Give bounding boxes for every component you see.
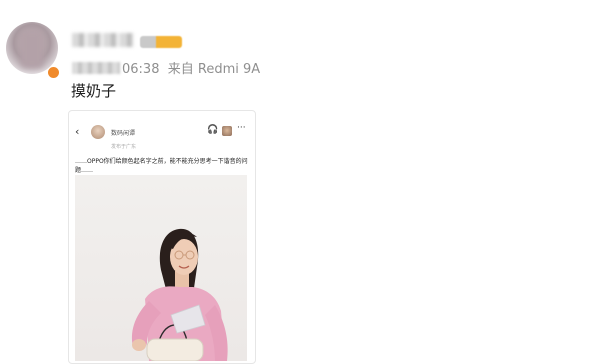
avatar-blurred-face	[20, 30, 44, 68]
headphones-icon: 🎧	[207, 125, 219, 135]
thumbnail-avatar-icon	[222, 126, 232, 136]
member-badge-icon	[140, 36, 182, 48]
embedded-sub-text: 发布于广东	[111, 144, 137, 150]
post-source: 来自 Redmi 9A	[167, 62, 261, 77]
post-time: 06:38	[122, 62, 160, 77]
woman-photo	[75, 175, 247, 361]
woman-illustration	[131, 228, 228, 361]
embedded-account-name: 数码闲谭	[111, 130, 136, 137]
more-icon: ···	[237, 123, 246, 133]
back-arrow-icon: ‹	[75, 125, 80, 138]
post-text: 摸奶子	[71, 82, 117, 100]
embedded-caption: ……OPPO你们给颜色起名字之前，能不能充分思考一下谐音的问题……	[75, 158, 248, 174]
embedded-header: ‹ 数码闲谭 发布于广东 🎧 ···	[69, 111, 255, 157]
embedded-account-avatar	[91, 125, 105, 139]
username-redacted[interactable]	[72, 33, 134, 47]
embedded-screenshot-image[interactable]: ‹ 数码闲谭 发布于广东 🎧 ··· ……OPPO你们给颜色起名字之前，能不能充…	[68, 110, 256, 364]
verified-badge-icon	[47, 66, 60, 79]
post-date-redacted	[72, 62, 120, 74]
post-meta: 06:38 来自 Redmi 9A	[72, 58, 261, 77]
